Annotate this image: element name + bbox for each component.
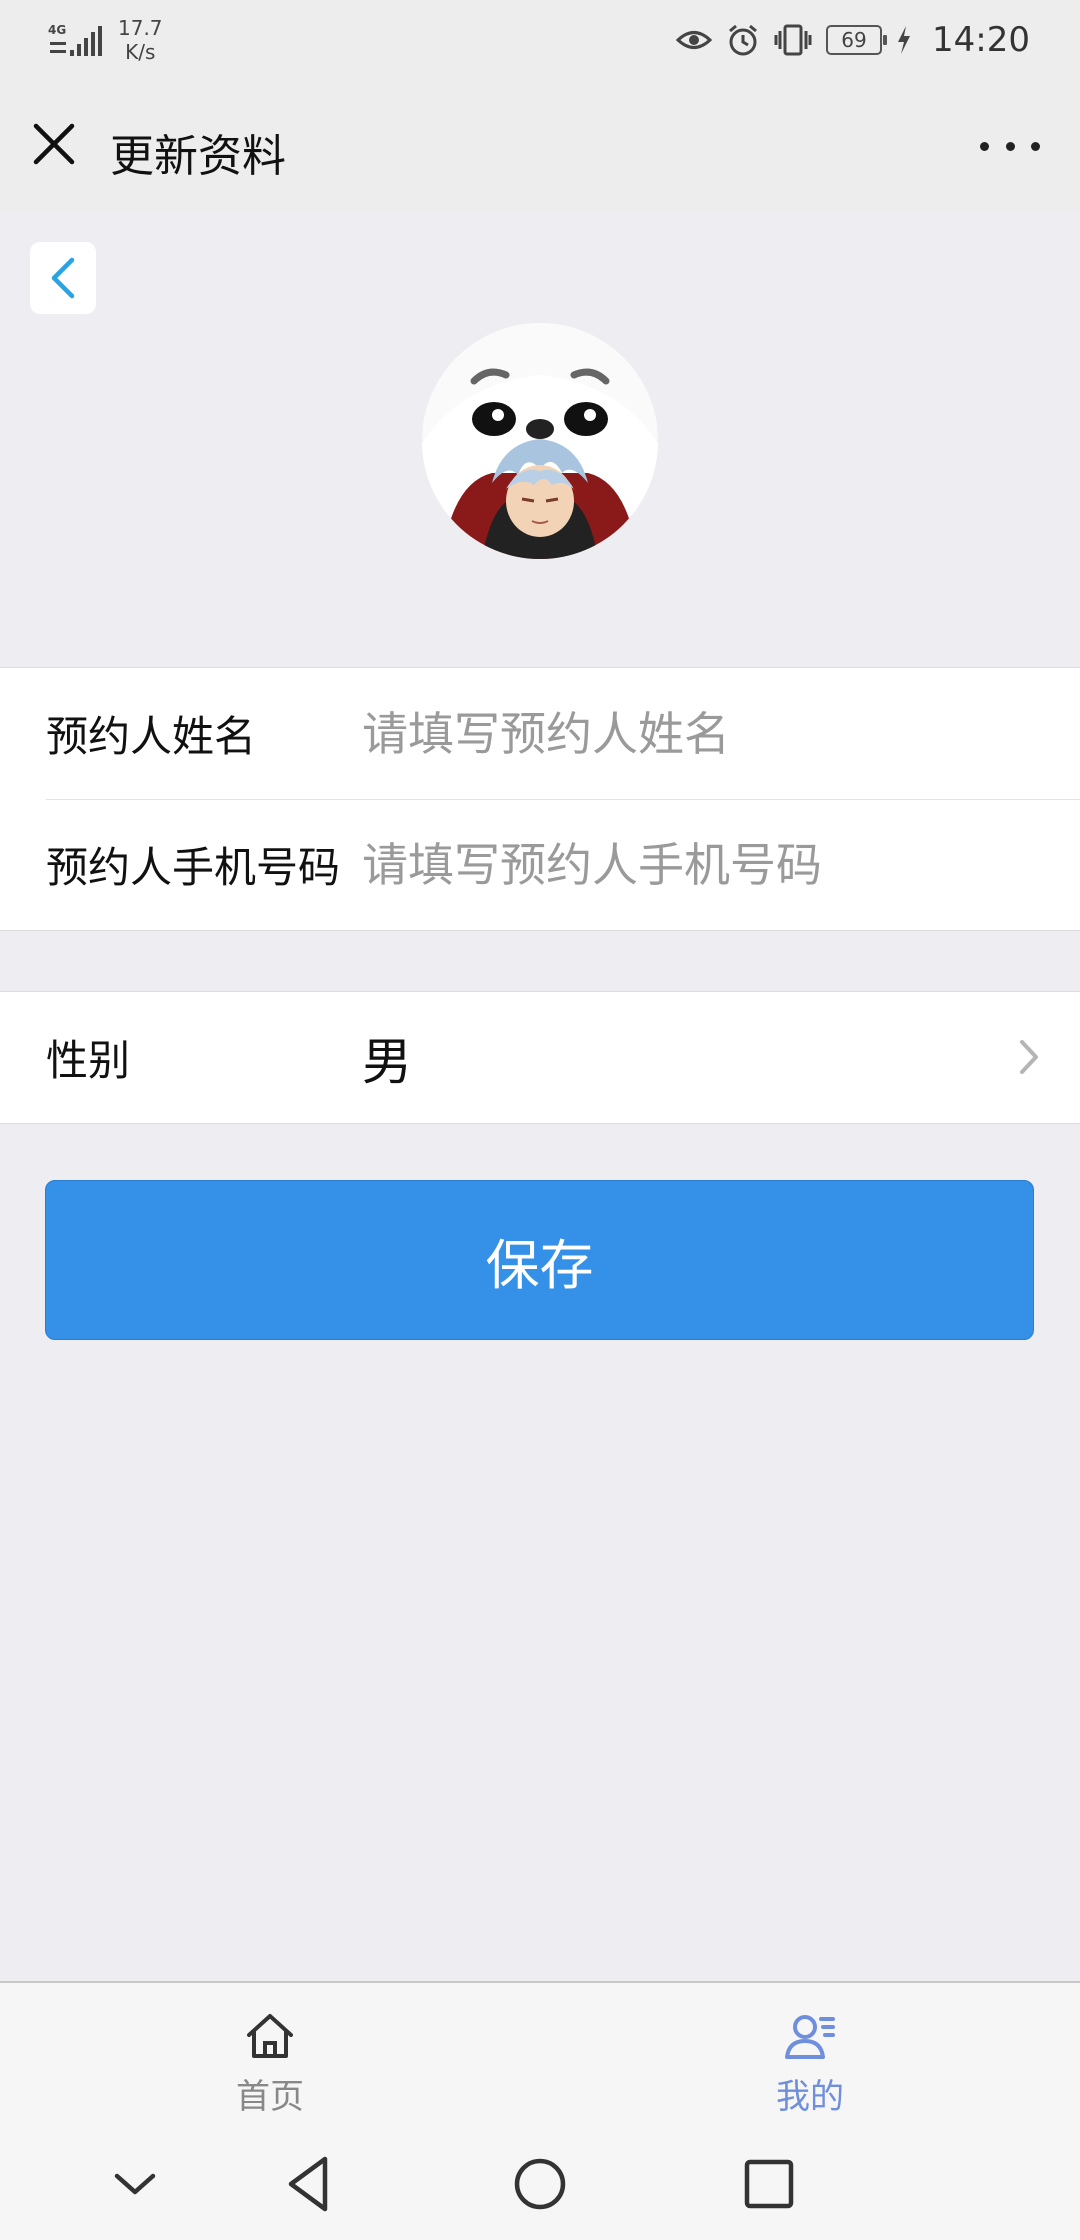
recents-square-icon[interactable] <box>734 2149 804 2219</box>
phone-label: 预约人手机号码 <box>46 843 341 892</box>
tab-mine[interactable]: 我的 <box>710 2011 910 2118</box>
tab-bar: 首页 我的 <box>0 1981 1080 2133</box>
contact-form: 预约人姓名 预约人手机号码 <box>0 667 1080 931</box>
avatar[interactable] <box>422 323 658 559</box>
title-bar: 更新资料 <box>0 80 1080 212</box>
back-triangle-icon[interactable] <box>275 2149 345 2219</box>
phone-row: 预约人手机号码 <box>0 799 1080 930</box>
network-speed: 17.7 K/s <box>118 16 163 64</box>
gender-value: 男 <box>362 1032 412 1091</box>
home-circle-icon[interactable] <box>505 2149 575 2219</box>
profile-icon <box>785 2015 835 2059</box>
net-speed-value: 17.7 <box>118 16 163 40</box>
clock: 14:20 <box>932 20 1030 60</box>
cellular-signal-icon: 4G <box>48 23 102 56</box>
battery-icon: 69 <box>826 25 888 55</box>
more-dot-icon <box>980 141 989 151</box>
name-input[interactable] <box>362 706 1042 761</box>
charging-icon <box>898 26 911 54</box>
eye-icon <box>676 31 713 49</box>
gender-form: 性别 男 <box>0 991 1080 1124</box>
more-dot-icon <box>1005 141 1015 151</box>
system-nav-bar <box>0 2131 1080 2240</box>
avatar-image <box>422 323 658 559</box>
save-button[interactable]: 保存 <box>45 1180 1034 1340</box>
status-bar: 4G 17.7 K/s 69 14:20 <box>0 0 1080 80</box>
name-label: 预约人姓名 <box>46 712 257 761</box>
gender-label: 性别 <box>46 1036 131 1085</box>
more-dot-icon <box>1031 141 1040 151</box>
vibrate-icon <box>774 24 812 56</box>
tab-home[interactable]: 首页 <box>170 2011 370 2118</box>
phone-input[interactable] <box>362 837 1042 892</box>
gender-row[interactable]: 性别 男 <box>0 992 1080 1123</box>
tab-home-label: 首页 <box>236 2077 304 2117</box>
name-row: 预约人姓名 <box>0 668 1080 799</box>
status-left: 4G 17.7 K/s <box>48 16 163 64</box>
network-type: 4G <box>48 23 66 37</box>
net-speed-unit: K/s <box>125 40 156 64</box>
close-icon[interactable] <box>28 118 80 170</box>
chevron-down-icon[interactable] <box>100 2149 170 2219</box>
status-right: 69 14:20 <box>676 20 1030 60</box>
chevron-left-icon <box>51 257 75 299</box>
more-options-button[interactable] <box>980 128 1040 164</box>
alarm-icon <box>729 24 757 56</box>
tab-mine-label: 我的 <box>776 2077 844 2117</box>
home-icon <box>247 2014 293 2058</box>
back-button[interactable] <box>30 242 96 314</box>
chevron-right-icon <box>1020 1040 1038 1074</box>
page-title: 更新资料 <box>110 131 286 182</box>
